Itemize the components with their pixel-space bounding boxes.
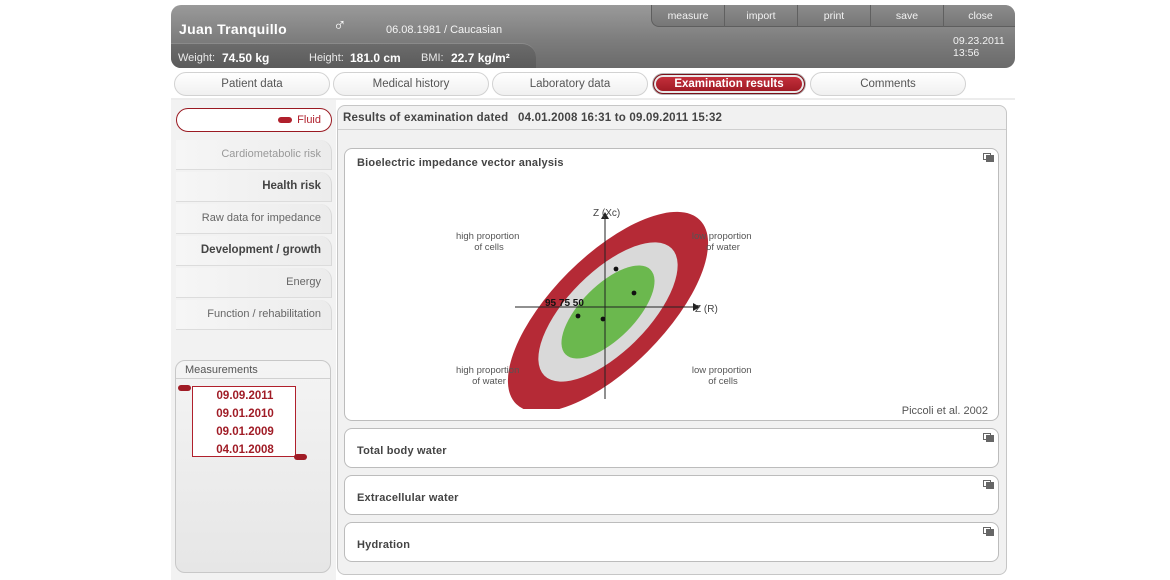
hydration-panel[interactable]: Hydration: [344, 522, 999, 562]
sidebar-item-fluid[interactable]: Fluid: [176, 108, 332, 132]
extracellular-water-panel[interactable]: Extracellular water: [344, 475, 999, 515]
measurement-point[interactable]: [600, 316, 606, 322]
measurement-date[interactable]: 09.09.2011: [193, 390, 297, 402]
sidebar-item-raw-data-impedance[interactable]: Raw data for impedance: [176, 204, 332, 234]
sidebar-item-function-rehabilitation[interactable]: Function / rehabilitation: [176, 300, 332, 330]
percentile-labels: 95 75 50: [545, 298, 584, 309]
height-value: 181.0 cm: [350, 51, 401, 65]
header-toolbar: measure import print save close: [651, 5, 1015, 27]
measure-button[interactable]: measure: [652, 5, 725, 27]
expand-icon[interactable]: [983, 480, 994, 489]
quadrant-label-line: of cells: [708, 376, 738, 387]
measurement-point[interactable]: [575, 313, 581, 319]
weight-value: 74.50 kg: [222, 51, 270, 65]
height-label: Height:: [309, 52, 344, 64]
biva-ellipse-chart: Z (Xc) Z (R) 95 75 50 high proportion of…: [456, 208, 754, 409]
measurements-divider: [176, 378, 330, 379]
sidebar-item-development-growth[interactable]: Development / growth: [176, 236, 332, 266]
ethnicity: / Caucasian: [444, 24, 503, 36]
quadrant-label-line: of water: [472, 376, 506, 387]
import-button[interactable]: import: [725, 5, 798, 27]
patient-stats-bar: Weight: 74.50 kg Height: 181.0 cm BMI: 2…: [171, 43, 536, 68]
current-date: 09.23.2011: [953, 35, 1005, 47]
quadrant-label-line: high proportion: [456, 365, 519, 376]
measurement-date[interactable]: 09.01.2009: [193, 426, 297, 438]
expand-icon[interactable]: [983, 153, 994, 162]
biva-panel: Bioelectric impedance vector analysis Z …: [344, 148, 999, 421]
tab-patient-data[interactable]: Patient data: [174, 72, 330, 96]
patient-name: Juan Tranquillo: [179, 21, 287, 37]
sidebar-item-energy[interactable]: Energy: [176, 268, 332, 298]
quadrant-label-line: low proportion: [692, 365, 752, 376]
measurement-date[interactable]: 04.01.2008: [193, 444, 297, 456]
tab-comments[interactable]: Comments: [810, 72, 966, 96]
expand-icon[interactable]: [983, 527, 994, 536]
results-area: Results of examination dated 04.01.2008 …: [337, 105, 1007, 575]
measurements-title: Measurements: [185, 364, 258, 376]
panel-title: Hydration: [357, 539, 411, 551]
quadrant-label-line: low proportion: [692, 231, 752, 242]
quadrant-label-line: of cells: [474, 242, 504, 253]
y-axis-label: Z (Xc): [593, 208, 620, 219]
bmi-label: BMI:: [421, 52, 444, 64]
current-time: 13:56: [953, 47, 980, 59]
quadrant-label-bottom-right: low proportion of cells: [692, 365, 754, 387]
tab-examination-results[interactable]: Examination results: [653, 74, 805, 94]
save-button[interactable]: save: [871, 5, 944, 27]
range-end-handle[interactable]: [294, 454, 307, 460]
sidebar-item-health-risk[interactable]: Health risk: [176, 172, 332, 202]
tab-laboratory-data[interactable]: Laboratory data: [492, 72, 648, 96]
results-divider: [338, 129, 1006, 130]
citation: Piccoli et al. 2002: [901, 405, 988, 417]
patient-header: Juan Tranquillo ♂ 06.08.1981 / Caucasian…: [171, 5, 1015, 68]
tab-medical-history[interactable]: Medical history: [333, 72, 489, 96]
measurement-date[interactable]: 09.01.2010: [193, 408, 297, 420]
measurement-point[interactable]: [631, 290, 637, 296]
date-of-birth: 06.08.1981: [386, 24, 442, 36]
measurement-point[interactable]: [613, 266, 619, 272]
results-title: Results of examination dated: [343, 112, 509, 124]
male-icon: ♂: [333, 15, 347, 35]
panel-title: Total body water: [357, 445, 447, 457]
sidebar-item-cardiometabolic-risk[interactable]: Cardiometabolic risk: [176, 140, 332, 170]
range-start-handle[interactable]: [178, 385, 191, 391]
print-button[interactable]: print: [798, 5, 871, 27]
current-datetime: 09.23.2011 13:56: [953, 35, 1005, 59]
x-axis-label: Z (R): [695, 304, 718, 315]
quadrant-label-line: of water: [706, 242, 740, 253]
measurements-panel: Measurements 09.09.2011 09.01.2010 09.01…: [175, 360, 331, 573]
quadrant-label-top-left: high proportion of cells: [456, 231, 522, 253]
weight-label: Weight:: [178, 52, 216, 64]
bmi-value: 22.7 kg/m²: [451, 51, 510, 65]
sidebar-item-label: Fluid: [297, 114, 321, 126]
total-body-water-panel[interactable]: Total body water: [344, 428, 999, 468]
results-date-range: 04.01.2008 16:31 to 09.09.2011 15:32: [518, 112, 723, 124]
expand-icon[interactable]: [983, 433, 994, 442]
biva-title: Bioelectric impedance vector analysis: [357, 157, 564, 169]
active-indicator-icon: [278, 117, 293, 124]
quadrant-label-line: high proportion: [456, 231, 519, 242]
measurements-list: 09.09.2011 09.01.2010 09.01.2009 04.01.2…: [192, 386, 296, 457]
close-button[interactable]: close: [944, 5, 1015, 27]
panel-title: Extracellular water: [357, 492, 459, 504]
patient-info-bar: Juan Tranquillo ♂ 06.08.1981 / Caucasian: [171, 5, 666, 43]
